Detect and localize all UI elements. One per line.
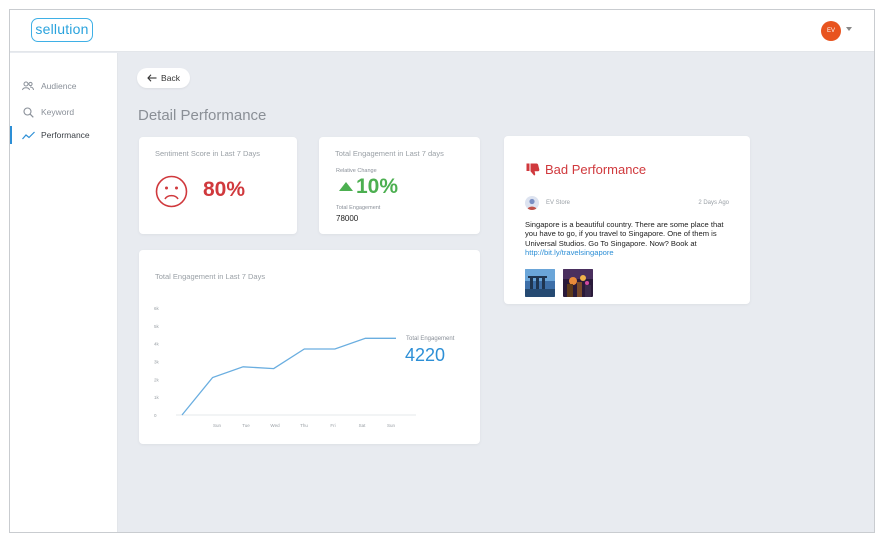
sidebar: Audience Keyword Performance xyxy=(10,53,118,532)
y-tick-label: 6k xyxy=(154,306,160,311)
thumbs-down-icon xyxy=(526,163,540,176)
series-line xyxy=(181,337,396,416)
user-avatar[interactable]: EV xyxy=(821,21,841,41)
x-tick-label: Fri xyxy=(330,423,335,428)
logo[interactable]: sellution xyxy=(31,18,93,42)
sidebar-item-keyword[interactable]: Keyword xyxy=(10,103,118,121)
back-label: Back xyxy=(161,73,180,83)
relative-change-value: 10% xyxy=(356,175,399,198)
bad-performance-title: Bad Performance xyxy=(545,162,647,177)
engagement-card: Total Engagement in Last 7 days Relative… xyxy=(319,137,480,234)
audience-icon xyxy=(21,80,35,92)
top-bar: sellution EV xyxy=(10,10,874,52)
x-tick-label: Sun xyxy=(213,423,222,428)
x-tick-label: Tue xyxy=(242,423,250,428)
total-engagement-value: 78000 xyxy=(336,214,359,223)
post-image-2[interactable] xyxy=(563,269,593,297)
trend-icon xyxy=(21,129,35,141)
legend-label: Total Engagement xyxy=(406,336,455,342)
arrow-left-icon xyxy=(147,74,157,82)
y-tick-label: 4k xyxy=(154,342,160,347)
x-tick-label: Sun xyxy=(387,423,396,428)
sidebar-item-label: Performance xyxy=(41,130,90,140)
post-body: Singapore is a beautiful country. There … xyxy=(525,220,724,248)
y-tick-label: 1k xyxy=(154,395,160,400)
sidebar-item-performance[interactable]: Performance xyxy=(10,126,118,144)
bad-performance-card: Bad Performance EV Store 2 Days Ago Sing… xyxy=(504,136,750,304)
app-window: sellution EV Audience Keyword Performanc… xyxy=(9,9,875,533)
sentiment-label: Sentiment Score in Last 7 Days xyxy=(155,149,261,158)
y-tick-label: 0 xyxy=(154,413,157,418)
y-tick-label: 2k xyxy=(154,377,160,382)
x-tick-label: Wed xyxy=(270,423,280,428)
sentiment-card: Sentiment Score in Last 7 Days 80% xyxy=(139,137,297,234)
engagement-chart-card: Total Engagement in Last 7 Days 0 1k 2k 3k 4… xyxy=(139,250,480,444)
trend-up-icon xyxy=(339,182,353,191)
relative-change-label: Relative Change xyxy=(336,168,377,174)
post-image-1[interactable] xyxy=(525,269,555,297)
y-tick-label: 5k xyxy=(154,324,160,329)
chevron-down-icon[interactable] xyxy=(846,27,852,31)
x-tick-label: Thu xyxy=(300,423,308,428)
post-user: EV Store xyxy=(546,200,571,206)
post-link[interactable]: http://bit.ly/travelsingapore xyxy=(525,248,614,257)
post-avatar xyxy=(525,196,539,210)
total-engagement-label: Total Engagement xyxy=(336,205,381,211)
sidebar-item-audience[interactable]: Audience xyxy=(10,77,118,95)
x-tick-label: Sat xyxy=(359,423,367,428)
sad-face-icon xyxy=(155,175,188,208)
engagement-label: Total Engagement in Last 7 days xyxy=(335,149,444,158)
legend-value: 4220 xyxy=(405,345,446,365)
search-icon xyxy=(21,106,35,118)
sentiment-value: 80% xyxy=(203,178,246,201)
page-title: Detail Performance xyxy=(138,107,267,124)
post-text: Singapore is a beautiful country. There … xyxy=(525,220,735,258)
y-tick-label: 3k xyxy=(154,360,160,365)
sidebar-item-label: Keyword xyxy=(41,107,75,117)
post-time: 2 Days Ago xyxy=(698,200,729,206)
back-button[interactable]: Back xyxy=(137,68,190,88)
sidebar-item-label: Audience xyxy=(41,81,77,91)
